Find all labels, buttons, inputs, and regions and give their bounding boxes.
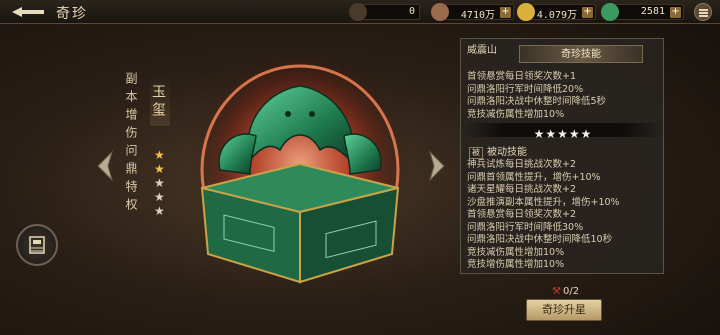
add-gold-button[interactable]: + xyxy=(582,7,593,18)
skill-list-top: 首领悬赏每日领奖次数+1 问鼎洛阳行军时间降低20% 问鼎洛阳决战中休整时间降低… xyxy=(467,71,606,121)
sack-icon xyxy=(431,3,449,21)
skill-line: 竞技减伤属性增加10% xyxy=(467,246,565,258)
top-bar: 奇珍 0 4710万 + 4.079万 + 2581 + xyxy=(0,0,720,24)
star-icon: ★ xyxy=(154,204,165,218)
skill-line: 诸天星耀每日挑战次数+2 xyxy=(467,184,577,195)
jade-icon xyxy=(601,3,619,21)
passive-skill-title: 被被动技能 xyxy=(469,143,527,159)
upgrade-progress: ⚒ 0/2 xyxy=(552,286,580,297)
hammer-icon xyxy=(349,3,367,21)
skill-line: 问鼎首领属性提升，增伤+10% xyxy=(467,171,601,183)
menu-icon[interactable] xyxy=(694,3,712,21)
prev-arrow-icon[interactable] xyxy=(94,150,116,182)
skill-panel[interactable]: 威震山 奇珍技能 首领悬赏每日领奖次数+1 问鼎洛阳行军时间降低20% 问鼎洛阳… xyxy=(460,38,664,274)
panel-tab-label[interactable]: 威震山 xyxy=(467,41,497,56)
jade-seal-image xyxy=(188,52,412,288)
star-rating: ★ ★ ★ ★ ★ xyxy=(154,148,168,218)
skill-line: 沙盘推演副本属性提升，增伤+10% xyxy=(467,196,620,208)
collection-icon[interactable] xyxy=(16,224,58,266)
skill-line: 首领悬赏每日领奖次数+2 xyxy=(467,209,577,220)
add-silver-button[interactable]: + xyxy=(500,7,511,18)
resource-jade: 2581 + xyxy=(601,3,684,21)
page-title: 奇珍 xyxy=(56,6,88,22)
skill-line: 首领悬赏每日领奖次数+1 xyxy=(467,71,577,82)
star-icon: ★ xyxy=(154,148,165,162)
skill-list-bottom: 神兵试炼每日挑战次数+2 问鼎首领属性提升，增伤+10% 诸天星耀每日挑战次数+… xyxy=(467,159,620,272)
star-icon: ★ xyxy=(154,176,165,190)
back-arrow-icon[interactable] xyxy=(10,4,46,20)
resource-silver: 4710万 + xyxy=(431,3,514,21)
skill-line: 问鼎洛阳决战中休整时间降低5秒 xyxy=(467,96,607,107)
panel-header: 奇珍技能 xyxy=(519,45,643,63)
star-icon: ★ xyxy=(154,190,165,204)
resource-hammer: 0 xyxy=(349,3,420,21)
resource-gold: 4.079万 + xyxy=(517,3,596,21)
star-icon: ★ xyxy=(154,162,165,176)
treasure-name: 玉玺 xyxy=(150,78,170,126)
next-arrow-icon[interactable] xyxy=(426,150,448,182)
skill-line: 问鼎洛阳行军时间降低30% xyxy=(467,221,584,233)
property-label: 副本增伤问鼎特权 xyxy=(124,72,138,216)
star-level-band: ★★★★★ xyxy=(465,123,661,141)
hammer-icon: ⚒ xyxy=(552,286,561,297)
coin-icon xyxy=(517,3,535,21)
skill-line: 问鼎洛阳行军时间降低20% xyxy=(467,83,584,95)
add-jade-button[interactable]: + xyxy=(670,7,681,18)
upgrade-star-button[interactable]: 奇珍升星 xyxy=(526,299,602,321)
skill-line: 问鼎洛阳决战中休整时间降低10秒 xyxy=(467,234,613,245)
star-level-stars: ★★★★★ xyxy=(533,127,593,141)
passive-badge-icon: 被 xyxy=(469,147,483,159)
skill-line: 神兵试炼每日挑战次数+2 xyxy=(467,159,577,170)
skill-line: 竞技减伤属性增加10% xyxy=(467,108,565,120)
skill-line: 竞技增伤属性增加10% xyxy=(467,259,565,270)
